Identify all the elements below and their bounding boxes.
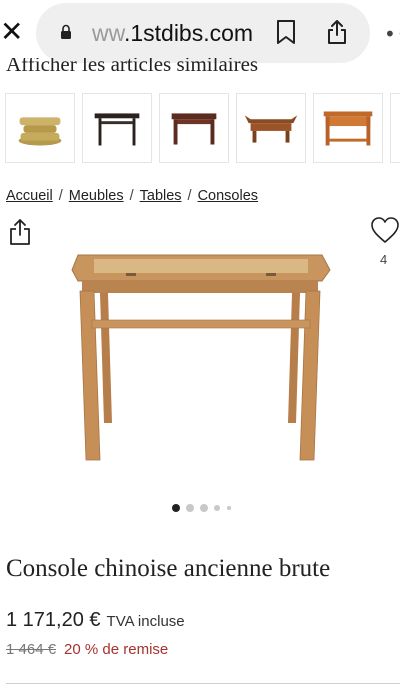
price-row: 1 171,20 € TVA incluse	[6, 609, 185, 632]
breadcrumb-separator: /	[187, 188, 192, 204]
tax-label: TVA incluse	[106, 613, 185, 630]
url-domain: .1stdibs.com	[123, 20, 254, 46]
carousel-dot[interactable]	[186, 504, 194, 512]
carousel-dot[interactable]	[227, 506, 231, 510]
similar-items-title[interactable]: Afficher les articles similaires	[6, 58, 258, 78]
lock-icon	[61, 24, 71, 39]
breadcrumb-separator: /	[129, 188, 134, 204]
similar-items-carousel[interactable]	[0, 93, 400, 165]
mahogany-console-thumbnail	[171, 113, 217, 145]
carousel-dot[interactable]	[214, 505, 220, 511]
discount-row: 1 464 € 20 % de remise	[6, 641, 168, 658]
carousel-dots[interactable]	[170, 504, 240, 514]
desk-thumbnail	[323, 111, 373, 146]
breadcrumb-furniture[interactable]: Meubles	[69, 188, 124, 204]
url-prefix: ww	[92, 20, 124, 46]
heart-icon[interactable]	[370, 216, 400, 244]
share-icon[interactable]	[8, 218, 32, 246]
stone-stack-thumbnail	[18, 117, 62, 146]
carousel-dot-active[interactable]	[172, 504, 180, 512]
product-image[interactable]	[60, 245, 345, 470]
breadcrumb-home[interactable]: Accueil	[6, 188, 53, 204]
browser-bar: ✕ ww.1stdibs.com ••	[0, 0, 400, 64]
share-icon[interactable]	[326, 19, 348, 45]
product-title: Console chinoise ancienne brute	[6, 555, 331, 582]
dark-console-thumbnail	[94, 113, 140, 146]
breadcrumb-consoles[interactable]: Consoles	[198, 188, 258, 204]
bookmark-icon[interactable]	[276, 19, 296, 45]
url-text[interactable]: ww.1stdibs.com	[92, 19, 253, 47]
discount-label: 20 % de remise	[64, 641, 169, 658]
divider	[6, 683, 400, 684]
similar-item[interactable]	[82, 93, 152, 163]
old-price: 1 464 €	[6, 641, 57, 658]
favorite-count: 4	[380, 252, 388, 267]
more-icon[interactable]: ••	[384, 22, 400, 46]
breadcrumb: Accueil / Meubles / Tables / Consoles	[6, 186, 258, 206]
similar-item[interactable]	[390, 93, 400, 163]
altar-table-thumbnail	[244, 115, 298, 143]
close-icon[interactable]: ✕	[0, 18, 23, 46]
breadcrumb-tables[interactable]: Tables	[140, 188, 182, 204]
breadcrumb-separator: /	[58, 188, 63, 204]
carousel-dot[interactable]	[200, 504, 208, 512]
similar-item[interactable]	[5, 93, 75, 163]
similar-item[interactable]	[159, 93, 229, 163]
similar-item[interactable]	[236, 93, 306, 163]
similar-item[interactable]	[313, 93, 383, 163]
price: 1 171,20 €	[6, 609, 101, 631]
